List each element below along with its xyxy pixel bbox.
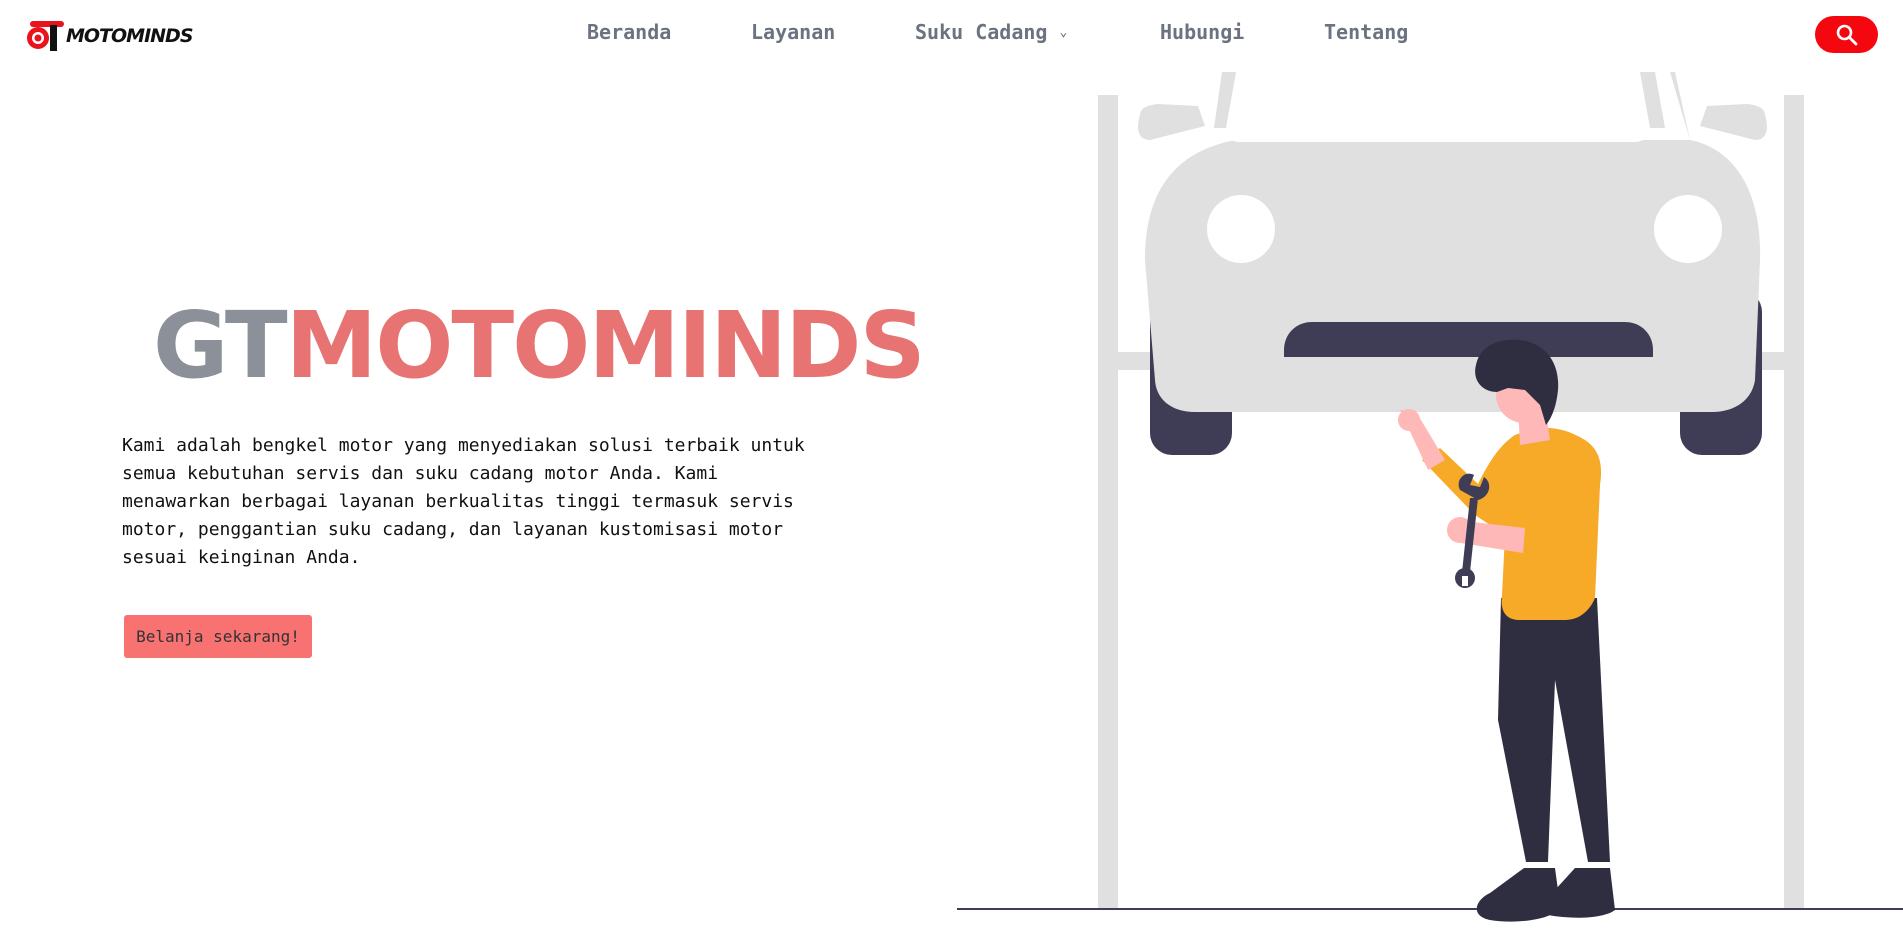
- mechanic-illustration: [957, 72, 1903, 922]
